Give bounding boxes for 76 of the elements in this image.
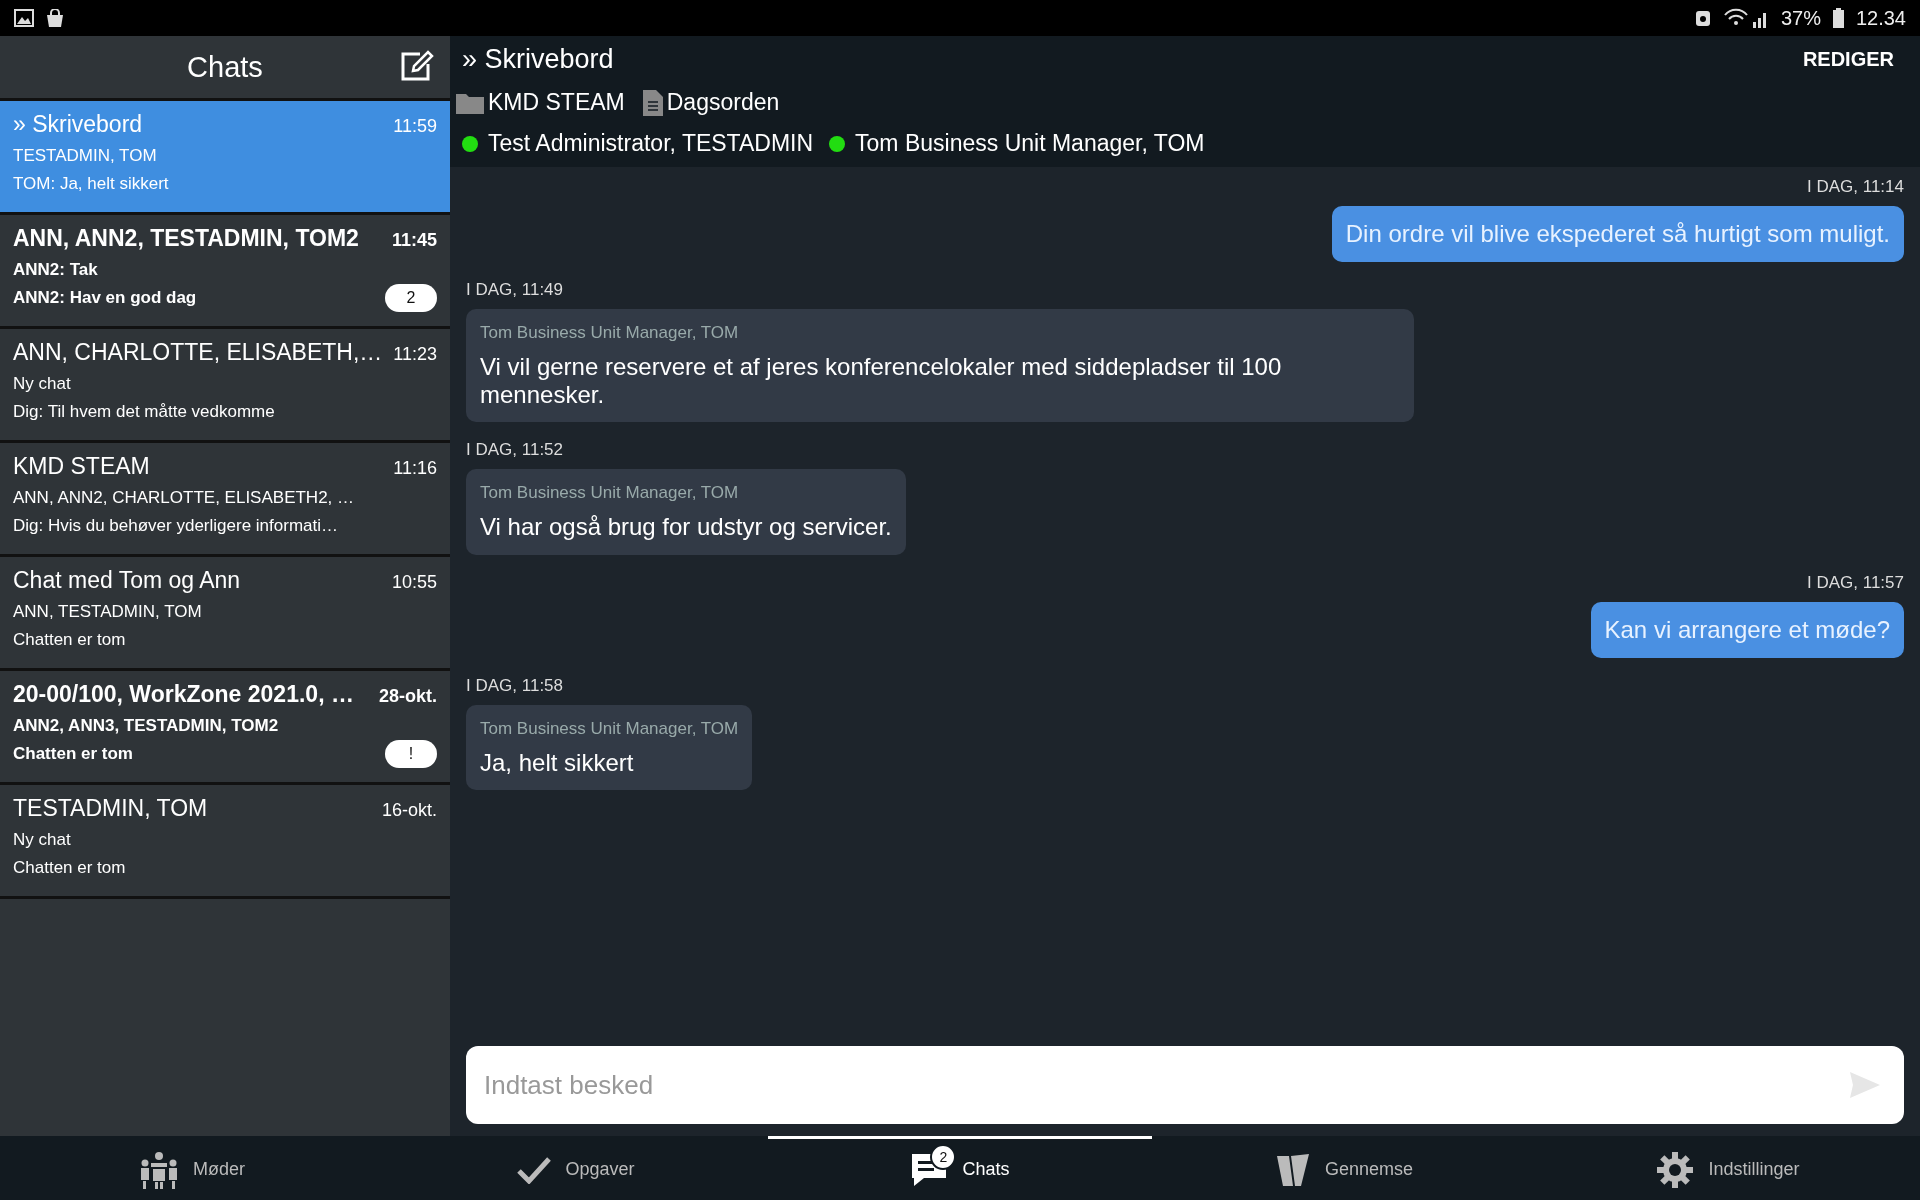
message-sender: Tom Business Unit Manager, TOM xyxy=(480,323,740,343)
clock: 12.34 xyxy=(1855,6,1906,30)
message-timestamp: I DAG, 11:58 xyxy=(466,675,563,696)
chat-time: 11:23 xyxy=(393,344,437,365)
document-icon xyxy=(642,89,663,116)
chat-list-item[interactable]: 20-00/100, WorkZone 2021.0, … 28-okt. ANN2, ANN3, TESTADMIN, TOM2 Chatten er tom ! xyxy=(0,671,450,785)
message-text: Vi vil gerne reservere et af jeres konferencelokaler med siddepladser til 100 mennesker. xyxy=(480,353,1283,409)
chat-participants: ANN2: Tak xyxy=(13,260,98,280)
chat-list-item[interactable]: ANN, ANN2, TESTADMIN, TOM2 11:45 ANN2: Tak ANN2: Hav en god dag 2 xyxy=(0,215,450,329)
folder-icon xyxy=(456,91,484,114)
last-message: Chatten er tom xyxy=(13,630,126,650)
chat-list-item[interactable]: KMD STEAM 11:16 ANN, ANN2, CHARLOTTE, ELISABETH2, … Dig: Hvis du behøver yderligere informati… xyxy=(0,443,450,557)
edit-button[interactable]: REDIGER xyxy=(1796,47,1900,72)
last-message: TOM: Ja, helt sikkert xyxy=(13,174,169,194)
chat-participants: Ny chat xyxy=(13,830,71,850)
last-message: ANN2: Hav en god dag xyxy=(13,288,197,308)
nav-tab[interactable]: Indstillinger xyxy=(1536,1136,1920,1200)
last-message: Dig: Hvis du behøver yderligere informati… xyxy=(13,516,338,536)
message-timestamp: I DAG, 11:57 xyxy=(1807,572,1904,593)
meeting-people-icon xyxy=(139,1150,179,1189)
nav-tab[interactable]: Opgaver xyxy=(384,1136,768,1200)
attachment-link[interactable]: KMD STEAM xyxy=(488,89,625,116)
message-bubble: Din ordre vil blive ekspederet så hurtigt som muligt. xyxy=(1331,206,1904,262)
message-text: Ja, helt sikkert xyxy=(480,748,635,777)
chat-time: 11:16 xyxy=(393,458,437,479)
sidebar-title: Chats xyxy=(187,50,263,84)
battery-icon xyxy=(1832,8,1844,28)
chat-title: TESTADMIN, TOM xyxy=(13,795,208,822)
chat-list-item[interactable]: TESTADMIN, TOM 16-okt. Ny chat Chatten er tom xyxy=(0,785,450,899)
chat-time: 10:55 xyxy=(391,572,437,593)
chat-participants: ANN, ANN2, CHARLOTTE, ELISABETH2, … xyxy=(13,488,355,508)
chat-participants: Ny chat xyxy=(13,374,71,394)
chat-time: 11:45 xyxy=(391,230,437,251)
last-message: Dig: Til hvem det måtte vedkomme xyxy=(13,402,275,422)
chat-list-item[interactable]: Chat med Tom og Ann 10:55 ANN, TESTADMIN, TOM Chatten er tom xyxy=(0,557,450,671)
last-message: Chatten er tom xyxy=(13,858,126,878)
notification-badge: 2 xyxy=(930,1143,957,1170)
unread-badge: 2 xyxy=(385,284,437,312)
chat-title: Chat med Tom og Ann xyxy=(13,567,241,594)
conversation-title: » Skrivebord xyxy=(461,44,614,75)
message-text: Vi har også brug for udstyr og servicer. xyxy=(480,513,892,541)
message-input-field[interactable]: Indtast besked xyxy=(466,1046,1904,1124)
wifi-signal-icon xyxy=(1722,8,1769,28)
pages-icon xyxy=(1274,1151,1311,1188)
message-bubble: Kan vi arrangere et møde? xyxy=(1590,601,1904,658)
unread-badge: ! xyxy=(385,740,437,768)
alarm-icon xyxy=(1694,9,1711,27)
chat-time: 16-okt. xyxy=(381,800,437,821)
message-timestamp: I DAG, 11:14 xyxy=(1807,177,1904,197)
chat-title: ANN, CHARLOTTE, ELISABETH,… xyxy=(13,339,383,366)
shopping-bag-icon xyxy=(46,9,64,27)
message-sender: Tom Business Unit Manager, TOM xyxy=(480,483,740,504)
chat-time: 28-okt. xyxy=(378,686,437,707)
battery-percentage: 37% xyxy=(1780,6,1821,30)
nav-tab[interactable]: Gennemse xyxy=(1152,1136,1536,1200)
participant-name: Test Administrator, TESTADMIN xyxy=(488,130,814,157)
chat-time: 11:59 xyxy=(393,116,437,137)
chat-participants: ANN2, ANN3, TESTADMIN, TOM2 xyxy=(13,716,279,736)
message-timestamp: I DAG, 11:52 xyxy=(466,440,563,461)
last-message: Chatten er tom xyxy=(13,744,133,764)
chat-title: » Skrivebord xyxy=(13,111,143,138)
chat-title: KMD STEAM xyxy=(13,453,150,480)
message-timestamp: I DAG, 11:49 xyxy=(466,280,563,300)
nav-tab[interactable]: Møder xyxy=(0,1136,384,1200)
message-sender: Tom Business Unit Manager, TOM xyxy=(480,718,739,739)
settings-icon xyxy=(1656,1150,1695,1189)
chat-participants: TESTADMIN, TOM xyxy=(13,146,157,166)
attachment-link[interactable]: Dagsorden xyxy=(666,89,780,116)
chat-title: 20-00/100, WorkZone 2021.0, … xyxy=(13,681,354,708)
participant-name: Tom Business Unit Manager, TOM xyxy=(855,130,1205,157)
chat-participants: ANN, TESTADMIN, TOM xyxy=(13,602,202,622)
chat-title: ANN, ANN2, TESTADMIN, TOM2 xyxy=(13,225,359,252)
image-icon xyxy=(14,9,34,27)
chat-list-item[interactable]: ANN, CHARLOTTE, ELISABETH,… 11:23 Ny chat Dig: Til hvem det måtte vedkomme xyxy=(0,329,450,443)
nav-tab[interactable]: 2 Chats xyxy=(768,1136,1152,1200)
checkmark-icon xyxy=(517,1155,552,1184)
